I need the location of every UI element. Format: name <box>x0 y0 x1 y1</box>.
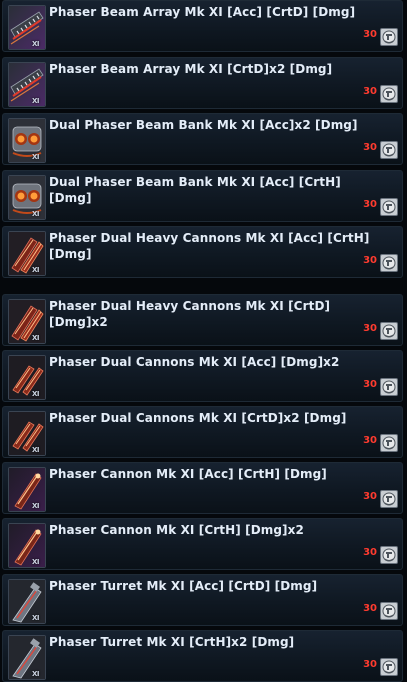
item-mark-label: XI <box>32 558 40 566</box>
dilithium-token-icon <box>380 658 398 676</box>
item-name: Phaser Dual Cannons Mk XI [Acc] [Dmg]x2 <box>49 355 340 369</box>
weapon-list-item[interactable]: XI Phaser Dual Heavy Cannons Mk XI [Acc] … <box>2 226 403 278</box>
beam-array-icon: XI <box>8 5 46 50</box>
dual-cannons-icon: XI <box>8 411 46 456</box>
turret-icon: XI <box>8 635 46 680</box>
item-cost: 30 <box>363 86 377 97</box>
item-cost: 30 <box>363 199 377 210</box>
cannon-icon: XI <box>8 467 46 512</box>
weapon-list-item[interactable]: XI Phaser Dual Heavy Cannons Mk XI [CrtD]… <box>2 294 403 346</box>
item-cost: 30 <box>363 547 377 558</box>
weapon-list-item[interactable]: XI Phaser Dual Cannons Mk XI [CrtD]x2 [Dm… <box>2 406 403 458</box>
item-mark-label: XI <box>32 40 40 48</box>
weapon-list-item[interactable]: XI Phaser Cannon Mk XI [Acc] [CrtH] [Dmg]… <box>2 462 403 514</box>
item-cost: 30 <box>363 29 377 40</box>
dilithium-token-icon <box>380 378 398 396</box>
dilithium-token-icon <box>380 198 398 216</box>
item-cost: 30 <box>363 379 377 390</box>
weapon-list-item[interactable]: XI Phaser Cannon Mk XI [CrtH] [Dmg]x2 30 <box>2 518 403 570</box>
item-mark-label: XI <box>32 97 40 105</box>
item-cost: 30 <box>363 323 377 334</box>
item-mark-label: XI <box>32 670 40 678</box>
dilithium-token-icon <box>380 322 398 340</box>
item-cost: 30 <box>363 142 377 153</box>
weapon-list-item[interactable]: XI Dual Phaser Beam Bank Mk XI [Acc]x2 [D… <box>2 113 403 165</box>
item-name: Phaser Beam Array Mk XI [Acc] [CrtD] [Dm… <box>49 5 356 19</box>
dual-heavy-cannons-icon: XI <box>8 231 46 276</box>
item-cost: 30 <box>363 491 377 502</box>
item-name: Phaser Cannon Mk XI [Acc] [CrtH] [Dmg] <box>49 467 327 481</box>
weapon-list-item[interactable]: XI Phaser Beam Array Mk XI [Acc] [CrtD] [… <box>2 0 403 52</box>
dilithium-token-icon <box>380 546 398 564</box>
dilithium-token-icon <box>380 28 398 46</box>
item-cost: 30 <box>363 659 377 670</box>
item-name: Phaser Beam Array Mk XI [CrtD]x2 [Dmg] <box>49 62 333 76</box>
dilithium-token-icon <box>380 602 398 620</box>
cannon-icon: XI <box>8 523 46 568</box>
item-mark-label: XI <box>32 334 40 342</box>
item-name: Phaser Turret Mk XI [CrtH]x2 [Dmg] <box>49 635 295 649</box>
item-mark-label: XI <box>32 614 40 622</box>
turret-icon: XI <box>8 579 46 624</box>
item-mark-label: XI <box>32 210 40 218</box>
weapon-list-item[interactable]: XI Phaser Turret Mk XI [CrtH]x2 [Dmg] 30 <box>2 630 403 682</box>
item-cost: 30 <box>363 603 377 614</box>
beam-array-icon: XI <box>8 62 46 107</box>
dual-cannons-icon: XI <box>8 355 46 400</box>
item-mark-label: XI <box>32 153 40 161</box>
item-cost: 30 <box>363 435 377 446</box>
dilithium-token-icon <box>380 254 398 272</box>
item-cost: 30 <box>363 255 377 266</box>
weapon-list: XI Phaser Beam Array Mk XI [Acc] [CrtD] [… <box>0 0 407 682</box>
item-name: Phaser Cannon Mk XI [CrtH] [Dmg]x2 <box>49 523 304 537</box>
item-mark-label: XI <box>32 390 40 398</box>
dilithium-token-icon <box>380 141 398 159</box>
dual-beam-bank-icon: XI <box>8 175 46 220</box>
dual-beam-bank-icon: XI <box>8 118 46 163</box>
item-name: Dual Phaser Beam Bank Mk XI [Acc] [CrtH]… <box>49 175 341 205</box>
item-name: Phaser Dual Heavy Cannons Mk XI [Acc] [C… <box>49 231 370 261</box>
item-mark-label: XI <box>32 446 40 454</box>
weapon-list-item[interactable]: XI Phaser Beam Array Mk XI [CrtD]x2 [Dmg]… <box>2 57 403 109</box>
weapon-list-item[interactable]: XI Phaser Dual Cannons Mk XI [Acc] [Dmg]x… <box>2 350 403 402</box>
item-mark-label: XI <box>32 266 40 274</box>
item-name: Dual Phaser Beam Bank Mk XI [Acc]x2 [Dmg… <box>49 118 358 132</box>
dilithium-token-icon <box>380 85 398 103</box>
item-name: Phaser Dual Heavy Cannons Mk XI [CrtD] [… <box>49 299 331 329</box>
dilithium-token-icon <box>380 434 398 452</box>
item-mark-label: XI <box>32 502 40 510</box>
item-name: Phaser Turret Mk XI [Acc] [CrtD] [Dmg] <box>49 579 318 593</box>
weapon-list-item[interactable]: XI Phaser Turret Mk XI [Acc] [CrtD] [Dmg]… <box>2 574 403 626</box>
dilithium-token-icon <box>380 490 398 508</box>
item-name: Phaser Dual Cannons Mk XI [CrtD]x2 [Dmg] <box>49 411 347 425</box>
weapon-list-item[interactable]: XI Dual Phaser Beam Bank Mk XI [Acc] [Crt… <box>2 170 403 222</box>
dual-heavy-cannons-icon: XI <box>8 299 46 344</box>
